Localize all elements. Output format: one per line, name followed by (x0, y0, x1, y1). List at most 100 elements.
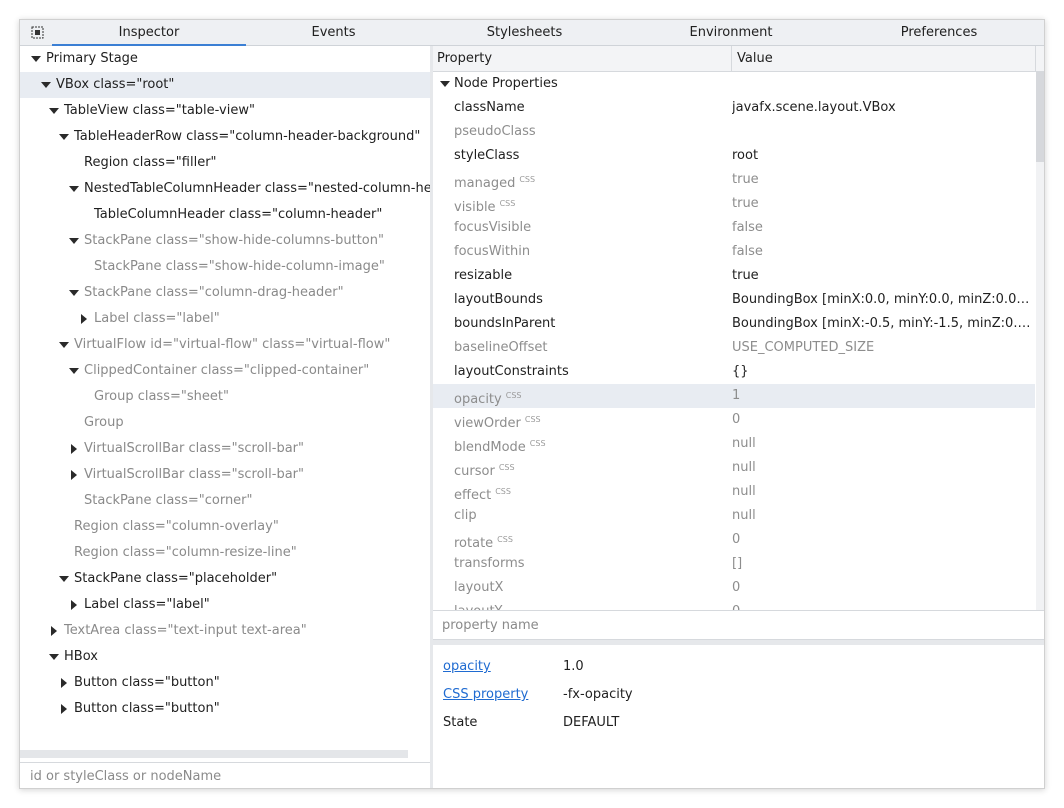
tree-node[interactable]: VBox class="root" (20, 72, 430, 98)
tab-bar: Inspector Events Stylesheets Environment Pre… (20, 20, 1044, 46)
chevron-right-icon[interactable] (59, 696, 69, 722)
chevron-right-icon[interactable] (49, 618, 59, 644)
property-name-text: opacity (454, 392, 502, 407)
property-name: boundsInParent (454, 312, 555, 336)
tab-inspector[interactable]: Inspector (52, 20, 246, 46)
tab-events[interactable]: Events (246, 20, 421, 46)
tree-node[interactable]: Button class="button" (20, 696, 430, 722)
tree-node[interactable]: Button class="button" (20, 670, 430, 696)
tree-node[interactable]: StackPane class="column-drag-header" (20, 280, 430, 306)
tree-node[interactable]: Region class="column-resize-line" (20, 540, 430, 566)
node-picker-icon[interactable] (26, 24, 48, 42)
tab-preferences[interactable]: Preferences (834, 20, 1044, 46)
chevron-down-icon[interactable] (69, 358, 79, 384)
detail-row: CSS property -fx-opacity (433, 681, 1044, 709)
tree-node[interactable]: StackPane class="show-hide-columns-butto… (20, 228, 430, 254)
property-value: null (732, 460, 756, 475)
property-row-classname[interactable]: className javafx.scene.layout.VBox (433, 96, 1035, 120)
tree-node[interactable]: TableView class="table-view" (20, 98, 430, 124)
tree-search-input[interactable] (20, 763, 430, 788)
chevron-right-icon[interactable] (79, 306, 89, 332)
property-name-text: transforms (454, 556, 525, 571)
property-row-pseudoclass[interactable]: pseudoClass (433, 120, 1035, 144)
property-name: focusWithin (454, 240, 530, 264)
column-header-value[interactable]: Value (733, 46, 773, 72)
tree-node[interactable]: ClippedContainer class="clipped-containe… (20, 358, 430, 384)
property-row-managed[interactable]: managed CSS true (433, 168, 1035, 192)
chevron-right-icon[interactable] (69, 462, 79, 488)
group-row-node-properties[interactable]: Node Properties (433, 72, 1035, 96)
property-row-cursor[interactable]: cursor CSS null (433, 456, 1035, 480)
tree-search-field[interactable] (20, 762, 430, 788)
property-row-transforms[interactable]: transforms [] (433, 552, 1035, 576)
tree-node[interactable]: StackPane class="corner" (20, 488, 430, 514)
chevron-down-icon[interactable] (69, 228, 79, 254)
property-row-styleclass[interactable]: styleClass root (433, 144, 1035, 168)
tree-node[interactable]: StackPane class="show-hide-column-image" (20, 254, 430, 280)
tree-node[interactable]: VirtualFlow id="virtual-flow" class="vir… (20, 332, 430, 358)
chevron-right-icon[interactable] (59, 670, 69, 696)
chevron-down-icon[interactable] (59, 332, 69, 358)
detail-key-link[interactable]: opacity (443, 653, 491, 681)
chevron-down-icon[interactable] (59, 566, 69, 592)
tree-node[interactable]: StackPane class="placeholder" (20, 566, 430, 592)
tree-node[interactable]: Group class="sheet" (20, 384, 430, 410)
detail-key-link[interactable]: CSS property (443, 681, 528, 709)
tree-node[interactable]: NestedTableColumnHeader class="nested-co… (20, 176, 430, 202)
property-row-boundsinparent[interactable]: boundsInParent BoundingBox [minX:-0.5, mi… (433, 312, 1035, 336)
chevron-down-icon[interactable] (49, 98, 59, 124)
tree-node[interactable]: VirtualScrollBar class="scroll-bar" (20, 436, 430, 462)
tree-node[interactable]: Group (20, 410, 430, 436)
property-row-focusvisible[interactable]: focusVisible false (433, 216, 1035, 240)
property-row-vieworder[interactable]: viewOrder CSS 0 (433, 408, 1035, 432)
property-row-baselineoffset[interactable]: baselineOffset USE_COMPUTED_SIZE (433, 336, 1035, 360)
tree-node[interactable]: HBox (20, 644, 430, 670)
property-row-effect[interactable]: effect CSS null (433, 480, 1035, 504)
chevron-right-icon[interactable] (69, 436, 79, 462)
tree-node-label: Button class="button" (74, 675, 220, 690)
column-separator[interactable] (731, 46, 732, 72)
property-value: true (732, 172, 759, 187)
property-search-input[interactable] (433, 611, 1044, 639)
property-row-resizable[interactable]: resizable true (433, 264, 1035, 288)
chevron-down-icon[interactable] (49, 644, 59, 670)
chevron-down-icon[interactable] (41, 72, 51, 98)
column-separator[interactable] (1035, 46, 1036, 72)
tree-node[interactable]: VirtualScrollBar class="scroll-bar" (20, 462, 430, 488)
tree-node[interactable]: TableHeaderRow class="column-header-back… (20, 124, 430, 150)
chevron-down-icon[interactable] (69, 176, 79, 202)
tab-environment[interactable]: Environment (628, 20, 834, 46)
detail-row: opacity 1.0 (433, 653, 1044, 681)
tree-node[interactable]: Label class="label" (20, 306, 430, 332)
property-row-layoutconstraints[interactable]: layoutConstraints {} (433, 360, 1035, 384)
tree-node[interactable]: Label class="label" (20, 592, 430, 618)
properties-vertical-scrollbar[interactable] (1036, 72, 1044, 610)
tree-node[interactable]: Region class="filler" (20, 150, 430, 176)
property-row-layoutbounds[interactable]: layoutBounds BoundingBox [minX:0.0, minY:… (433, 288, 1035, 312)
chevron-down-icon[interactable] (440, 81, 450, 87)
tab-stylesheets[interactable]: Stylesheets (421, 20, 628, 46)
tree-node-label: VirtualFlow id="virtual-flow" class="vir… (74, 337, 391, 352)
property-row-focuswithin[interactable]: focusWithin false (433, 240, 1035, 264)
property-row-clip[interactable]: clip null (433, 504, 1035, 528)
property-value: BoundingBox [minX:-0.5, minY:-1.5, minZ:… (732, 316, 1032, 331)
property-search-field[interactable] (433, 610, 1044, 640)
property-row-layoutx[interactable]: layoutX 0 (433, 576, 1035, 600)
property-row-layouty[interactable]: layoutY 0 (433, 600, 1035, 610)
property-row-blendmode[interactable]: blendMode CSS null (433, 432, 1035, 456)
chevron-down-icon[interactable] (69, 280, 79, 306)
property-row-rotate[interactable]: rotate CSS 0 (433, 528, 1035, 552)
tree-node[interactable]: TextArea class="text-input text-area" (20, 618, 430, 644)
tree-node[interactable]: TableColumnHeader class="column-header" (20, 202, 430, 228)
tree-node[interactable]: Region class="column-overlay" (20, 514, 430, 540)
tree-node[interactable]: Primary Stage (20, 46, 430, 72)
tree-node-label: TableView class="table-view" (64, 103, 255, 118)
chevron-right-icon[interactable] (69, 592, 79, 618)
scrollbar-thumb[interactable] (1036, 72, 1044, 162)
column-header-property[interactable]: Property (433, 46, 492, 72)
property-row-visible[interactable]: visible CSS true (433, 192, 1035, 216)
chevron-down-icon[interactable] (59, 124, 69, 150)
chevron-down-icon[interactable] (31, 46, 41, 72)
tree-horizontal-scrollbar[interactable] (20, 750, 408, 758)
property-row-opacity[interactable]: opacity CSS 1 (433, 384, 1035, 408)
